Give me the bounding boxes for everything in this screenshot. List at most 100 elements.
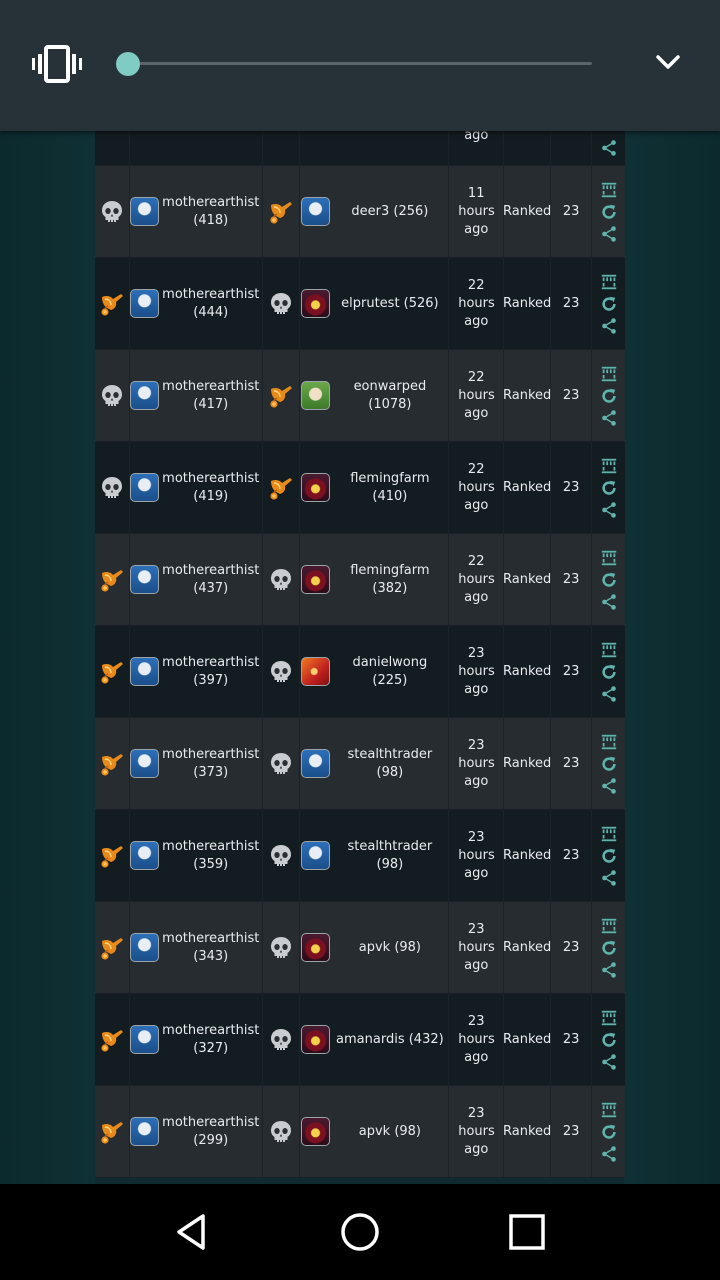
refresh-icon[interactable] <box>600 755 618 773</box>
player1-name[interactable]: motherearthist <box>162 470 259 488</box>
share-icon[interactable] <box>600 501 618 519</box>
refresh-icon[interactable] <box>600 1123 618 1141</box>
table-row[interactable]: motherearthist (444) elprutest (526) 22 hou… <box>95 258 625 350</box>
player2-label[interactable]: apvk (98) <box>359 1123 421 1141</box>
player1-avatar[interactable] <box>130 473 160 502</box>
player1-name[interactable]: motherearthist <box>162 838 259 856</box>
player1-avatar[interactable] <box>130 289 160 318</box>
player1-avatar[interactable] <box>130 1025 160 1054</box>
table-row[interactable]: motherearthist (397) danielwong (225) 23 ho… <box>95 626 625 718</box>
refresh-icon[interactable] <box>600 847 618 865</box>
player1-avatar[interactable] <box>130 933 160 962</box>
refresh-icon[interactable] <box>600 295 618 313</box>
share-icon[interactable] <box>600 139 618 157</box>
player2-avatar[interactable] <box>301 933 331 962</box>
table-row[interactable]: motherearthist (418) deer3 (256) 11 hours a… <box>95 166 625 258</box>
player1-name[interactable]: motherearthist <box>162 286 259 304</box>
replay-view-icon[interactable] <box>600 365 618 383</box>
table-row[interactable]: motherearthist (299) apvk (98) 23 hours ago… <box>95 1086 625 1178</box>
replay-view-icon[interactable] <box>600 733 618 751</box>
player1-avatar[interactable] <box>130 565 160 594</box>
player2-avatar[interactable] <box>301 1025 331 1054</box>
replay-view-icon[interactable] <box>600 641 618 659</box>
player1-name[interactable]: motherearthist <box>162 194 259 212</box>
back-button[interactable] <box>169 1208 217 1256</box>
replay-view-icon[interactable] <box>600 1101 618 1119</box>
player1-name[interactable]: motherearthist <box>162 1114 259 1132</box>
table-row[interactable]: motherearthist (373) stealthtrader (98) 23 … <box>95 718 625 810</box>
player1-name[interactable]: motherearthist <box>162 562 259 580</box>
player2-avatar[interactable] <box>301 749 331 778</box>
volume-slider-track[interactable] <box>128 62 592 65</box>
recents-button[interactable] <box>503 1208 551 1256</box>
player1-avatar[interactable] <box>130 381 160 410</box>
player2-avatar[interactable] <box>301 197 331 226</box>
replay-view-icon[interactable] <box>600 273 618 291</box>
replay-view-icon[interactable] <box>600 457 618 475</box>
player2-avatar[interactable] <box>301 841 331 870</box>
refresh-icon[interactable] <box>600 939 618 957</box>
row-actions <box>592 810 625 901</box>
replay-view-icon[interactable] <box>600 181 618 199</box>
table-row[interactable]: motherearthist (359) stealthtrader (98) 23 … <box>95 810 625 902</box>
table-row[interactable]: motherearthist (417) eonwarped (1078) 22 ho… <box>95 350 625 442</box>
refresh-icon[interactable] <box>600 1031 618 1049</box>
share-icon[interactable] <box>600 593 618 611</box>
refresh-icon[interactable] <box>600 387 618 405</box>
player2-label[interactable]: stealthtrader (98) <box>334 746 447 782</box>
share-icon[interactable] <box>600 1053 618 1071</box>
player1-avatar-cell <box>130 994 160 1085</box>
player1-rating: (419) <box>193 488 229 504</box>
player1-avatar[interactable] <box>130 749 160 778</box>
player2-avatar[interactable] <box>301 565 331 594</box>
player2-avatar[interactable] <box>301 473 331 502</box>
replay-view-icon[interactable] <box>600 1009 618 1027</box>
player1-name[interactable]: motherearthist <box>162 378 259 396</box>
replay-view-icon[interactable] <box>600 549 618 567</box>
match-time: 22 hours ago <box>449 534 505 625</box>
share-icon[interactable] <box>600 869 618 887</box>
player2-label[interactable]: eonwarped (1078) <box>334 378 447 414</box>
share-icon[interactable] <box>600 777 618 795</box>
player1-name[interactable]: motherearthist <box>162 746 259 764</box>
player2-label[interactable]: apvk (98) <box>359 939 421 957</box>
player2-avatar[interactable] <box>301 1117 331 1146</box>
refresh-icon[interactable] <box>600 663 618 681</box>
home-button[interactable] <box>336 1208 384 1256</box>
player1-avatar[interactable] <box>130 841 160 870</box>
table-row[interactable]: motherearthist (419) flemingfarm (410) 22 h… <box>95 442 625 534</box>
player2-label[interactable]: deer3 (256) <box>351 203 428 221</box>
player2-label[interactable]: flemingfarm (382) <box>334 562 447 598</box>
refresh-icon[interactable] <box>600 571 618 589</box>
share-icon[interactable] <box>600 225 618 243</box>
player1-avatar[interactable] <box>130 197 160 226</box>
player1-avatar[interactable] <box>130 657 160 686</box>
refresh-icon[interactable] <box>600 203 618 221</box>
volume-slider-thumb[interactable] <box>116 52 140 76</box>
table-row[interactable]: motherearthist (437) flemingfarm (382) 22 h… <box>95 534 625 626</box>
player2-avatar[interactable] <box>301 381 331 410</box>
share-icon[interactable] <box>600 961 618 979</box>
player2-avatar[interactable] <box>301 657 331 686</box>
player1-name[interactable]: motherearthist <box>162 654 259 672</box>
player2-label[interactable]: amanardis (432) <box>336 1031 444 1049</box>
share-icon[interactable] <box>600 1145 618 1163</box>
player2-label[interactable]: elprutest (526) <box>341 295 439 313</box>
player2-avatar[interactable] <box>301 289 331 318</box>
player1-name[interactable]: motherearthist <box>162 1022 259 1040</box>
player2-label[interactable]: danielwong (225) <box>334 654 447 690</box>
player2-label[interactable]: flemingfarm (410) <box>334 470 447 506</box>
share-icon[interactable] <box>600 685 618 703</box>
table-row[interactable]: motherearthist (327) amanardis (432) 23 hou… <box>95 994 625 1086</box>
table-row[interactable]: motherearthist (343) apvk (98) 23 hours ago… <box>95 902 625 994</box>
player1-avatar[interactable] <box>130 1117 160 1146</box>
chevron-down-icon[interactable] <box>652 48 684 76</box>
player1-name[interactable]: motherearthist <box>162 930 259 948</box>
replay-view-icon[interactable] <box>600 917 618 935</box>
replay-view-icon[interactable] <box>600 825 618 843</box>
refresh-icon[interactable] <box>600 479 618 497</box>
player2-label[interactable]: stealthtrader (98) <box>334 838 447 874</box>
share-icon[interactable] <box>600 317 618 335</box>
share-icon[interactable] <box>600 409 618 427</box>
vibrate-icon[interactable] <box>32 44 82 84</box>
